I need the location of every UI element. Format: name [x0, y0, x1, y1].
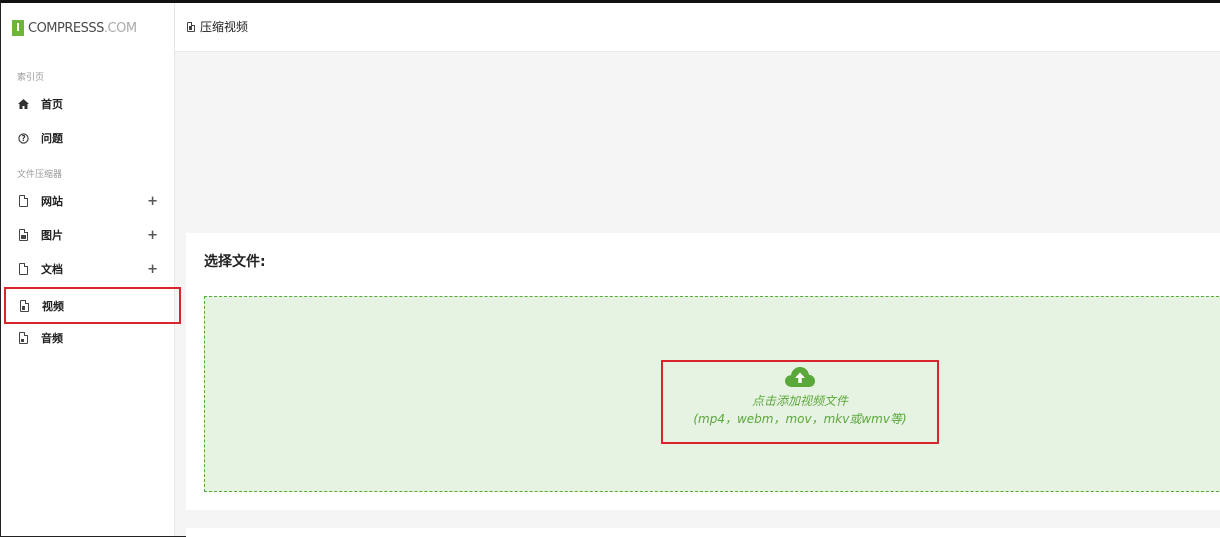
upload-dropzone[interactable]: 点击添加视频文件 (mp4，webm，mov，mkv或wmv等): [204, 296, 1220, 492]
sidebar-item-label: 图片: [41, 229, 63, 242]
section-label-tools: 文件压缩器: [17, 170, 63, 180]
sidebar-item-label: 问题: [41, 132, 63, 145]
upload-formats: (mp4，webm，mov，mkv或wmv等): [693, 412, 907, 426]
question-icon: ?: [17, 132, 29, 144]
expand-plus-icon[interactable]: +: [147, 228, 158, 243]
sidebar-item-label: 音频: [41, 332, 63, 345]
sidebar-item-label: 视频: [42, 299, 64, 313]
page-title: 压缩视频: [187, 18, 248, 35]
sidebar: COMPRESSS.COM 索引页 首页 ? 问题 文件压缩器 网站 + 图片 …: [1, 3, 181, 536]
page-title-text: 压缩视频: [200, 20, 249, 34]
section-label-index: 索引页: [17, 73, 45, 83]
sidebar-item-label: 文档: [41, 263, 63, 276]
logo-icon: [12, 20, 24, 36]
next-card: [186, 528, 1220, 537]
video-file-icon: [187, 21, 195, 32]
document-file-icon: [17, 263, 29, 275]
logo[interactable]: COMPRESSS.COM: [12, 19, 137, 37]
video-file-icon: [18, 299, 30, 312]
sidebar-item-documents[interactable]: 文档 +: [5, 252, 182, 286]
add-video-button[interactable]: 点击添加视频文件 (mp4，webm，mov，mkv或wmv等): [661, 360, 939, 444]
sidebar-item-video[interactable]: 视频: [4, 287, 181, 324]
image-file-icon: [17, 229, 29, 241]
upload-label: 点击添加视频文件: [751, 394, 848, 408]
file-select-card: 选择文件: 点击添加视频文件 (mp4，webm，mov，mkv或wmv等): [186, 233, 1220, 510]
cloud-upload-icon: [785, 367, 815, 387]
home-icon: [17, 98, 29, 110]
audio-file-icon: [17, 332, 29, 344]
select-file-heading: 选择文件:: [204, 254, 266, 270]
logo-text: COMPRESSS.COM: [28, 20, 137, 36]
svg-text:?: ?: [21, 134, 25, 143]
sidebar-item-home[interactable]: 首页: [5, 87, 182, 121]
sidebar-item-label: 首页: [41, 98, 63, 111]
sidebar-item-images[interactable]: 图片 +: [5, 218, 182, 252]
sidebar-item-audio[interactable]: 音频: [5, 321, 182, 355]
sidebar-item-questions[interactable]: ? 问题: [5, 121, 182, 155]
expand-plus-icon[interactable]: +: [147, 262, 158, 277]
expand-plus-icon[interactable]: +: [147, 194, 158, 209]
web-file-icon: [17, 195, 29, 207]
top-header: 压缩视频: [175, 3, 1220, 52]
sidebar-item-website[interactable]: 网站 +: [5, 184, 182, 218]
sidebar-item-label: 网站: [41, 195, 63, 208]
